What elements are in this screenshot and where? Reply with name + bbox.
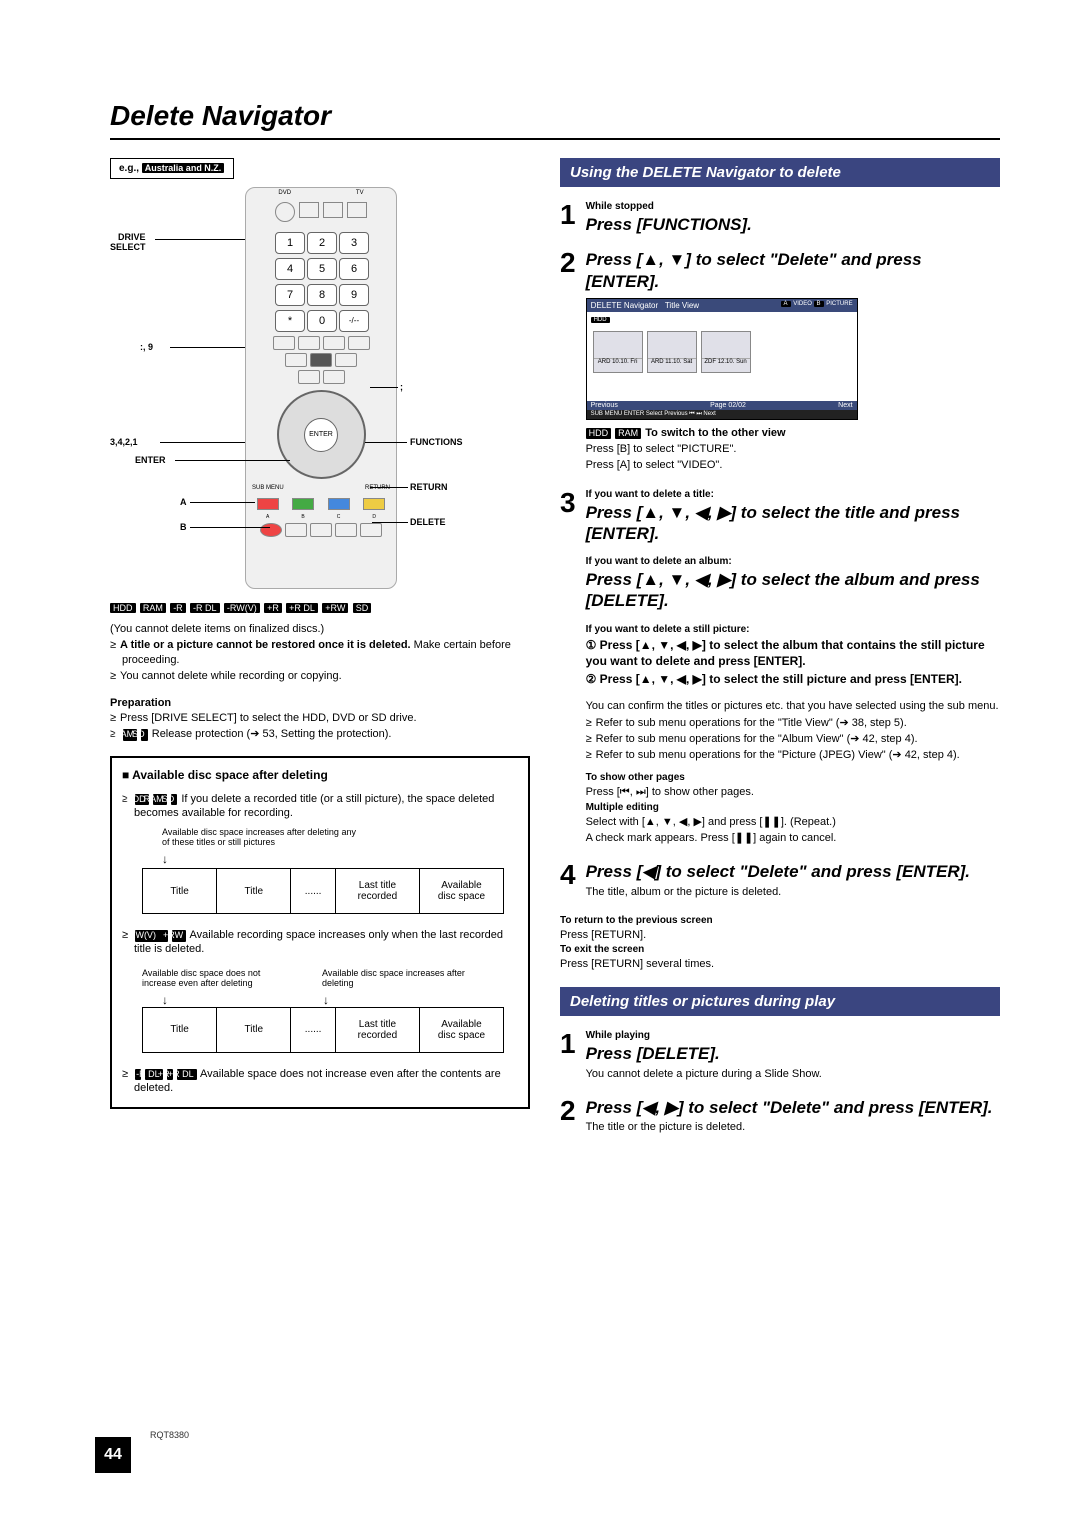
label-enter: ENTER [135, 455, 166, 465]
disc-diagram-1: Title Title ...... Last title recorded A… [142, 868, 504, 914]
step-2-number: 2 [560, 249, 576, 277]
prep-2: RAM SD Release protection (➔ 53, Setting… [110, 727, 530, 741]
label-drive-select: DRIVE SELECT [110, 232, 146, 252]
example-locale: e.g., Australia and N.Z. [110, 158, 234, 179]
disc-diagram-2: Title Title ...... Last title recorded A… [142, 1007, 504, 1053]
available-space-title: ■ Available disc space after deleting [122, 768, 518, 782]
section-during-play: Deleting titles or pictures during play [560, 987, 1000, 1016]
step-1: Press [FUNCTIONS]. [586, 214, 1000, 235]
step-1-number: 1 [560, 201, 576, 229]
page-title: Delete Navigator [110, 100, 1000, 132]
power-icon [275, 202, 295, 222]
label-b: B [180, 522, 187, 532]
step-4-number: 4 [560, 861, 576, 889]
thumb-2: ARD 11.10. Sat [647, 331, 697, 373]
play-step-1: Press [DELETE]. [586, 1043, 1000, 1064]
thumb-3: ZDF 12.10. Sun [701, 331, 751, 373]
label-skip: :, 9 [140, 342, 153, 352]
step-3-number: 3 [560, 489, 576, 517]
play-step-2-number: 2 [560, 1097, 576, 1125]
nav-dial: ENTER [277, 390, 366, 479]
preparation-heading: Preparation [110, 697, 530, 709]
label-functions: FUNCTIONS [410, 437, 463, 447]
page-number: 44 [95, 1437, 131, 1473]
step-2: Press [▲, ▼] to select "Delete" and pres… [586, 249, 1000, 292]
color-a-icon [257, 498, 279, 510]
finalized-note: (You cannot delete items on finalized di… [110, 622, 530, 636]
delete-navigator-screen: DELETE Navigator Title View A VIDEO B PI… [586, 298, 858, 420]
label-a: A [180, 497, 187, 507]
play-step-2: Press [◀, ▶] to select "Delete" and pres… [586, 1097, 1000, 1118]
label-delete: DELETE [410, 517, 446, 527]
warning-note: A title or a picture cannot be restored … [110, 638, 530, 667]
thumb-1: ARD 10.10. Fri [593, 331, 643, 373]
step-3-album: Press [▲, ▼, ◀, ▶] to select the album a… [586, 569, 1000, 612]
number-pad: 1 2 3 4 5 6 7 8 9 * 0 -/-- [275, 232, 367, 332]
cannot-delete-note: You cannot delete while recording or cop… [110, 669, 530, 683]
label-return: RETURN [410, 482, 448, 492]
remote-diagram: DVDTV 1 2 3 4 5 6 7 8 9 * 0 -/-- ENTER [110, 187, 530, 592]
document-id: RQT8380 [150, 1430, 189, 1440]
label-play: ; [400, 382, 403, 392]
title-rule [110, 138, 1000, 140]
media-badges: HDD RAM -R -R DL -RW(V) +R +R DL +RW SD [110, 600, 530, 614]
step-4: Press [◀] to select "Delete" and press [… [586, 861, 1000, 882]
label-nav-nums: 3,4,2,1 [110, 437, 138, 447]
prep-1: Press [DRIVE SELECT] to select the HDD, … [110, 711, 530, 725]
step-3-title: Press [▲, ▼, ◀, ▶] to select the title a… [586, 502, 1000, 545]
available-space-box: ■ Available disc space after deleting HD… [110, 756, 530, 1109]
play-step-1-number: 1 [560, 1030, 576, 1058]
section-using-delete: Using the DELETE Navigator to delete [560, 158, 1000, 187]
